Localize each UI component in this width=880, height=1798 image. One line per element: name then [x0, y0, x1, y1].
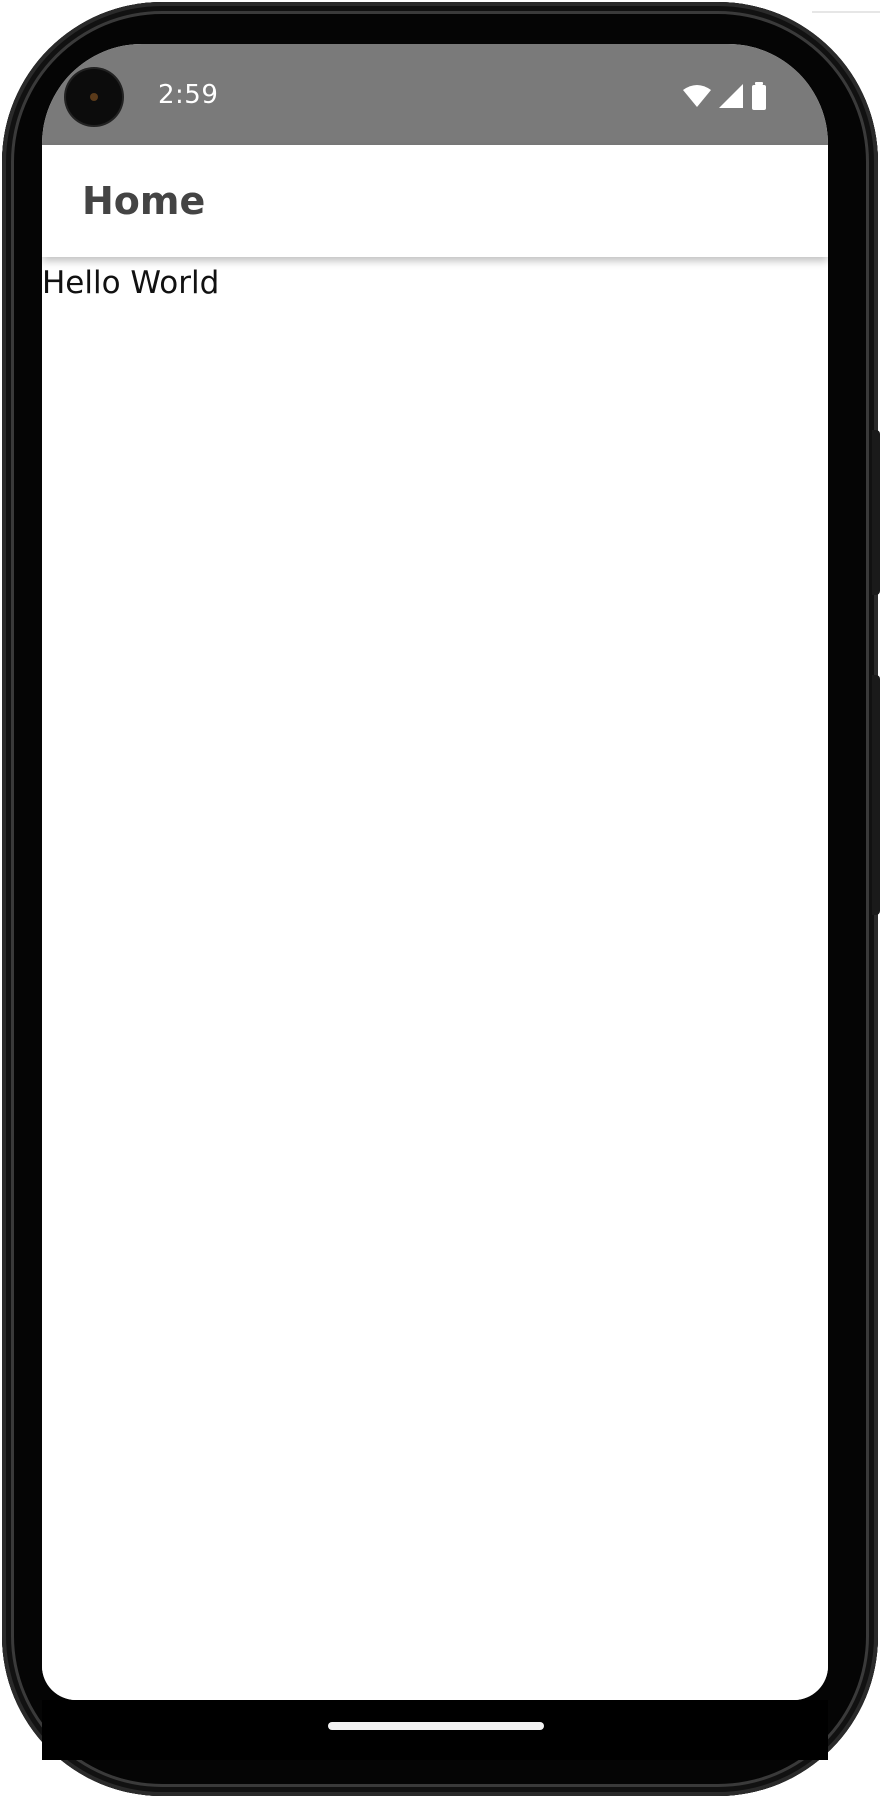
- home-indicator[interactable]: [328, 1722, 544, 1730]
- main-content: Hello World: [42, 257, 828, 1700]
- power-button[interactable]: [872, 430, 880, 595]
- status-icons: [682, 82, 768, 110]
- device-screen: 2:59 Home Hello World: [42, 44, 828, 1700]
- volume-button[interactable]: [872, 675, 880, 915]
- app-bar: Home: [42, 145, 828, 257]
- page-title: Home: [82, 179, 206, 223]
- camera-icon: [66, 69, 122, 125]
- battery-icon: [750, 82, 768, 110]
- cellular-signal-icon: [718, 83, 744, 109]
- status-time: 2:59: [158, 80, 219, 110]
- hello-text: Hello World: [42, 265, 220, 301]
- divider: [812, 11, 880, 13]
- status-bar: 2:59: [42, 44, 828, 145]
- navigation-bar: [42, 1700, 828, 1760]
- wifi-icon: [682, 84, 712, 108]
